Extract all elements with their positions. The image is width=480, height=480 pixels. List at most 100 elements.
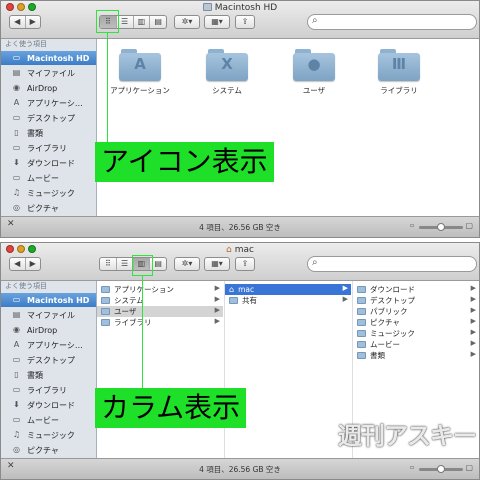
search-field[interactable]: ⌕ (307, 14, 477, 30)
arrange-icon: ▦▾ (211, 259, 223, 268)
folder-icon: ▭ (12, 385, 21, 394)
sidebar-item[interactable]: ▤ マイファイル (1, 66, 96, 80)
forward-button[interactable]: ▶ (26, 258, 41, 270)
action-menu-button[interactable]: ✲▾ (174, 257, 200, 271)
sidebar-heading-favorites: よく使う項目 (5, 282, 47, 290)
list-view-button[interactable]: ☰ (117, 16, 134, 28)
sidebar: よく使う項目 ▭ Macintosh HD ▤ マイファイル ◉ AirDrop A アプリケ… (1, 39, 97, 217)
column-item[interactable]: ユーザ ▶ (97, 306, 223, 317)
sidebar: よく使う項目 ▭ Macintosh HD ▤ マイファイル ◉ AirDrop A アプリケ… (1, 281, 97, 459)
column-item[interactable]: ダウンロード ▶ (353, 284, 479, 295)
share-button[interactable]: ⇪ (235, 257, 255, 271)
movies-icon: ▭ (12, 415, 21, 424)
sidebar-item[interactable]: ▯ 書類 (1, 126, 96, 140)
folder-icon (357, 352, 366, 359)
sidebar-item-label: 書類 (27, 370, 43, 380)
sidebar-item[interactable]: ▭ デスクトップ (1, 111, 96, 125)
sidebar-item[interactable]: ▭ デスクトップ (1, 353, 96, 367)
column-item[interactable]: ⌂ mac ▶ (225, 284, 351, 295)
column-item[interactable]: 共有 ▶ (225, 295, 351, 306)
back-button[interactable]: ◀ (10, 258, 26, 270)
list-view-button[interactable]: ☰ (117, 258, 134, 270)
applications-folder-icon: A (119, 49, 161, 81)
forward-button[interactable]: ▶ (26, 16, 41, 28)
arrange-menu-button[interactable]: ▦▾ (204, 15, 230, 29)
airdrop-icon: ◉ (13, 83, 20, 92)
folder-label: アプリケーション (110, 86, 170, 95)
coverflow-view-button[interactable]: ▤ (150, 16, 166, 28)
sidebar-item[interactable]: ▭ ライブラリ (1, 141, 96, 155)
column-item-label: mac (238, 285, 255, 294)
sidebar-item[interactable]: ⬇ ダウンロード (1, 398, 96, 412)
column-view-button[interactable]: ▥ (134, 16, 151, 28)
column-item[interactable]: ムービー ▶ (353, 339, 479, 350)
column-callout-leader-line (142, 276, 143, 388)
column-item-label: ユーザ (114, 307, 137, 316)
column-item-label: パブリック (370, 307, 408, 316)
column-item[interactable]: 書類 ▶ (353, 350, 479, 361)
applications-icon: A (13, 340, 20, 349)
sidebar-item-label: AirDrop (27, 325, 58, 335)
sidebar-item[interactable]: ▭ ムービー (1, 171, 96, 185)
desktop-icon: ▭ (12, 355, 21, 364)
icon-view-button[interactable]: ⠿ (100, 258, 117, 270)
sidebar-heading-favorites: よく使う項目 (5, 40, 47, 48)
disclosure-arrow-icon: ▶ (342, 284, 348, 292)
sidebar-item[interactable]: ▭ ムービー (1, 413, 96, 427)
icon-size-slider[interactable]: ▫ ▢ (410, 464, 473, 473)
small-icon: ▫ (410, 222, 415, 229)
column-item[interactable]: アプリケーション ▶ (97, 284, 223, 295)
back-button[interactable]: ◀ (10, 16, 26, 28)
action-menu-button[interactable]: ✲▾ (174, 15, 200, 29)
folder-icon: ▭ (12, 143, 21, 152)
sidebar-item[interactable]: ▯ 書類 (1, 368, 96, 382)
icon-size-slider[interactable]: ▫ ▢ (410, 222, 473, 231)
sidebar-item[interactable]: ◎ ピクチャ (1, 201, 96, 215)
column-item[interactable]: パブリック ▶ (353, 306, 479, 317)
sidebar-item-label: デスクトップ (27, 113, 75, 123)
sidebar-item[interactable]: ◉ AirDrop (1, 81, 96, 95)
disclosure-arrow-icon: ▶ (214, 317, 220, 325)
column-item[interactable]: ライブラリ ▶ (97, 317, 223, 328)
sidebar-item[interactable]: A アプリケーシ… (1, 338, 96, 352)
folder-label: ライブラリ (380, 86, 418, 95)
column-item[interactable]: ピクチャ ▶ (353, 317, 479, 328)
sidebar-item[interactable]: ◎ ピクチャ (1, 443, 96, 457)
sidebar-item[interactable]: ♫ ミュージック (1, 428, 96, 442)
arrange-menu-button[interactable]: ▦▾ (204, 257, 230, 271)
sidebar-item-label: ピクチャ (27, 203, 59, 213)
slider-knob[interactable] (437, 223, 445, 231)
sidebar-item[interactable]: ▭ Macintosh HD (1, 293, 96, 307)
sidebar-item[interactable]: ▭ ライブラリ (1, 383, 96, 397)
sidebar-item[interactable]: ◉ AirDrop (1, 323, 96, 337)
sidebar-item-label: アプリケーシ… (27, 98, 83, 108)
column-item-label: ライブラリ (114, 318, 152, 327)
folder-icon (101, 319, 110, 326)
icon-view-callout: アイコン表示 (95, 142, 274, 182)
back-forward-control: ◀ ▶ (9, 257, 41, 271)
slider-knob[interactable] (437, 465, 445, 473)
sidebar-item[interactable]: ▤ マイファイル (1, 308, 96, 322)
sidebar-item-label: ミュージック (27, 188, 75, 198)
sidebar-item-label: ミュージック (27, 430, 75, 440)
browser-column: アプリケーション ▶ システム ▶ ユーザ ▶ ライブラリ ▶ (97, 281, 225, 459)
hard-drive-icon: ▭ (12, 295, 21, 304)
folder-badge: Ⅲ (391, 55, 407, 73)
column-item[interactable]: ミュージック ▶ (353, 328, 479, 339)
folder-icon (357, 319, 366, 326)
sidebar-item[interactable]: ♫ ミュージック (1, 186, 96, 200)
system-folder-icon: X (206, 49, 248, 81)
music-icon: ♫ (12, 188, 21, 197)
share-icon: ⇪ (241, 17, 249, 26)
column-item[interactable]: デスクトップ ▶ (353, 295, 479, 306)
share-button[interactable]: ⇪ (235, 15, 255, 29)
folder-label: ユーザ (302, 86, 326, 95)
sidebar-item[interactable]: ▭ Macintosh HD (1, 51, 96, 65)
column-item[interactable]: システム ▶ (97, 295, 223, 306)
sidebar-item-label: アプリケーシ… (27, 340, 83, 350)
all-my-files-icon: ▤ (12, 68, 21, 77)
folder-icon (357, 330, 366, 337)
sidebar-item[interactable]: ⬇ ダウンロード (1, 156, 96, 170)
search-field[interactable]: ⌕ (307, 256, 477, 272)
sidebar-item[interactable]: A アプリケーシ… (1, 96, 96, 110)
